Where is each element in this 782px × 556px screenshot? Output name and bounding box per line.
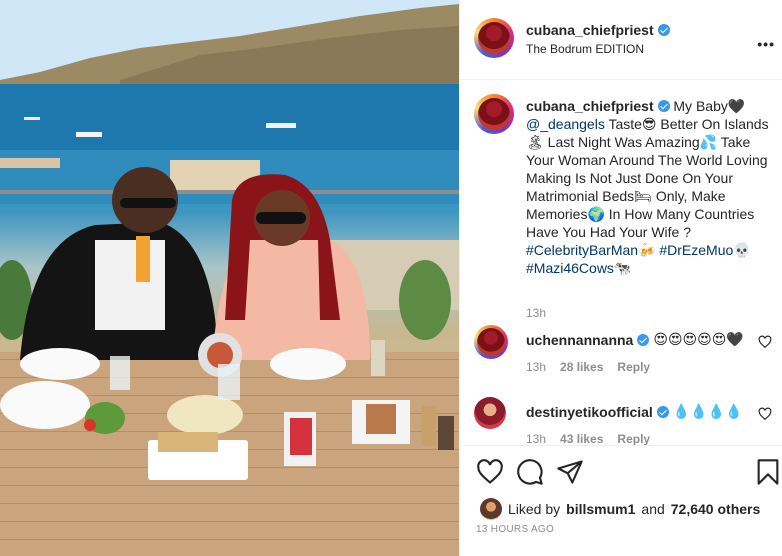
verified-badge-icon (657, 100, 670, 112)
like-heart-icon[interactable] (476, 458, 504, 486)
comment-item: destinyetikoofficial 💧💧💧💧 13h 43 likes R… (474, 397, 774, 445)
post-location[interactable]: The Bodrum EDITION (526, 42, 644, 56)
caption-text-part-1: My Baby🖤 (673, 98, 746, 114)
comment-reply-button[interactable]: Reply (617, 432, 650, 445)
comment-like-heart-icon[interactable] (758, 407, 772, 421)
comment-bubble-icon[interactable] (516, 458, 544, 486)
verified-badge-icon (637, 333, 650, 346)
caption-text-part-2: Taste😎 Better On Islands 🏝 Last Night Wa… (526, 116, 769, 240)
caption-text: cubana_chiefpriest My Baby🖤 @_deangels T… (526, 97, 776, 277)
liker-avatar[interactable] (480, 498, 502, 520)
author-username-row: cubana_chiefpriest (526, 22, 670, 38)
share-paper-plane-icon[interactable] (556, 458, 584, 486)
post-photo[interactable] (0, 0, 459, 556)
caption-username[interactable]: cubana_chiefpriest (526, 98, 654, 114)
post-header: cubana_chiefpriest The Bodrum EDITION ••… (460, 0, 782, 80)
author-avatar[interactable] (474, 18, 514, 58)
commenter-username[interactable]: uchennannanna (526, 332, 633, 348)
caption-author-avatar[interactable] (474, 94, 514, 134)
post-side-panel: cubana_chiefpriest The Bodrum EDITION ••… (459, 0, 782, 556)
author-username[interactable]: cubana_chiefpriest (526, 22, 654, 38)
commenter-avatar[interactable] (474, 325, 508, 359)
comment-item: uchennannanna 😍😍😍😍😍🖤 13h 28 likes Reply (474, 325, 774, 385)
comment-reply-button[interactable]: Reply (617, 360, 650, 374)
comment-line: uchennannanna 😍😍😍😍😍🖤 (526, 331, 746, 348)
comment-text: 💧💧💧💧 (672, 403, 743, 419)
commenter-username[interactable]: destinyetikoofficial (526, 404, 653, 420)
comment-like-heart-icon[interactable] (758, 335, 772, 349)
more-options-icon[interactable]: ••• (757, 36, 775, 52)
liked-by-and: and (641, 501, 665, 517)
verified-badge-icon (657, 24, 670, 36)
post-actions: Liked by billsmum1 and 72,640 others 13 … (460, 445, 782, 556)
comments-section[interactable]: cubana_chiefpriest My Baby🖤 @_deangels T… (460, 80, 782, 445)
comment-timestamp[interactable]: 13h (526, 360, 546, 374)
comment-likes[interactable]: 43 likes (560, 432, 603, 445)
comment-timestamp[interactable]: 13h (526, 432, 546, 445)
comment-meta: 13h 28 likes Reply (526, 360, 650, 374)
photo-scene (0, 0, 459, 556)
caption-mention-link[interactable]: @_deangels (526, 116, 605, 132)
comment-line: destinyetikoofficial 💧💧💧💧 (526, 403, 746, 420)
comment-meta: 13h 43 likes Reply (526, 432, 650, 445)
verified-badge-icon (656, 405, 669, 418)
liked-by-summary: Liked by billsmum1 and 72,640 others (480, 498, 760, 520)
likes-count[interactable]: 72,640 others (671, 501, 761, 517)
comment-likes[interactable]: 28 likes (560, 360, 603, 374)
caption-hashtags[interactable]: #CelebrityBarMan🍻 #DrEzeMuo💀 #Mazi46Cows… (526, 242, 751, 276)
caption-timestamp[interactable]: 13h (526, 306, 546, 320)
save-bookmark-icon[interactable] (754, 458, 782, 486)
comment-text: 😍😍😍😍😍🖤 (653, 331, 744, 347)
liked-by-prefix: Liked by (508, 501, 561, 517)
post-timestamp[interactable]: 13 HOURS AGO (476, 524, 554, 535)
liked-by-username[interactable]: billsmum1 (566, 501, 635, 517)
commenter-avatar[interactable] (474, 397, 508, 431)
